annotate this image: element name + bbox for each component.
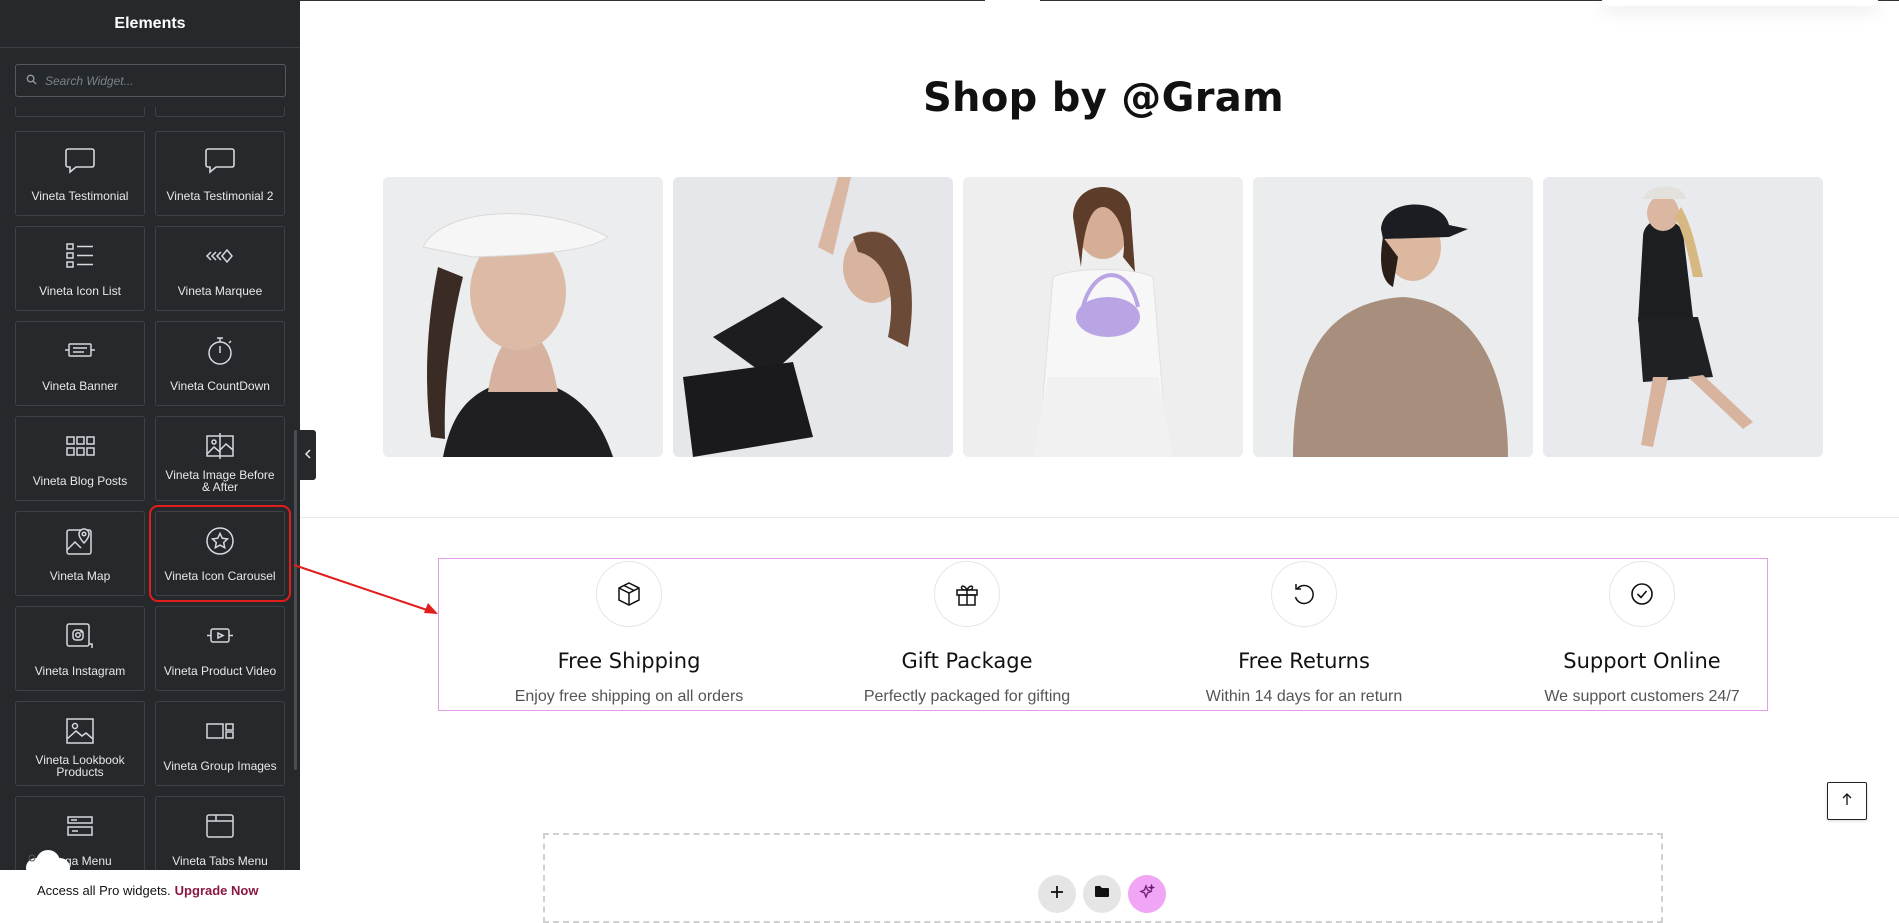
speech-bubble-icon xyxy=(156,144,284,178)
instagram-icon xyxy=(16,619,144,653)
widget-label: Vineta Testimonial 2 xyxy=(166,189,274,203)
sparkle-icon xyxy=(1139,882,1156,905)
image-icon xyxy=(16,714,144,748)
widget-label: Vineta Icon Carousel xyxy=(164,569,276,583)
group-images-icon xyxy=(156,714,284,748)
chevron-left-icon xyxy=(304,446,312,464)
widget-vineta-blog-posts[interactable]: Vineta Blog Posts xyxy=(15,416,145,501)
widget-label: Vineta CountDown xyxy=(170,379,270,393)
feature-support-online: Support Online We support customers 24/7 xyxy=(1492,559,1792,712)
feature-gift-package: Gift Package Perfectly packaged for gift… xyxy=(817,559,1117,712)
grid-posts-icon xyxy=(16,429,144,463)
panel-title: Elements xyxy=(114,14,186,32)
return-arrow-icon xyxy=(1271,561,1337,627)
widget-vineta-image-before-after[interactable]: Vineta Image Before & After xyxy=(155,416,285,501)
feature-title: Free Returns xyxy=(1238,649,1370,673)
widget-vineta-tabs-menu[interactable]: Vineta Tabs Menu xyxy=(155,796,285,870)
widget-label: Vineta Product Video xyxy=(163,664,277,678)
search-input[interactable] xyxy=(45,73,275,88)
feature-free-returns: Free Returns Within 14 days for an retur… xyxy=(1154,559,1454,712)
gram-image-5[interactable] xyxy=(1543,177,1823,457)
panel-header: Elements xyxy=(0,0,300,48)
folder-icon xyxy=(1094,885,1110,903)
widget-partial[interactable] xyxy=(155,107,285,117)
tabs-menu-icon xyxy=(156,809,284,843)
widget-label: Vineta Icon List xyxy=(39,284,121,298)
widget-list[interactable]: Vineta Testimonial Vineta Testimonial 2 … xyxy=(0,107,300,870)
feature-free-shipping: Free Shipping Enjoy free shipping on all… xyxy=(479,559,779,712)
pro-promo-bar: Access all Pro widgets. Upgrade Now xyxy=(0,870,300,911)
widget-label: Vineta Banner xyxy=(42,379,118,393)
star-circle-icon xyxy=(156,524,284,558)
add-section-button[interactable] xyxy=(1038,875,1076,913)
feature-description: We support customers 24/7 xyxy=(1544,688,1740,705)
stopwatch-icon xyxy=(156,334,284,368)
plus-icon xyxy=(1050,885,1064,904)
widget-vineta-instagram[interactable]: Vineta Instagram xyxy=(15,606,145,691)
widget-vineta-group-images[interactable]: Vineta Group Images xyxy=(155,701,285,786)
widget-label: Vineta Group Images xyxy=(163,759,277,773)
widget-vineta-countdown[interactable]: Vineta CountDown xyxy=(155,321,285,406)
gram-image-2[interactable] xyxy=(673,177,953,457)
map-pin-icon xyxy=(16,524,144,558)
widget-label: Vineta Tabs Menu xyxy=(172,854,268,868)
widget-search[interactable] xyxy=(15,64,286,97)
back-to-top-button[interactable] xyxy=(1827,782,1867,820)
widget-vineta-map[interactable]: Vineta Map xyxy=(15,511,145,596)
section-handle-gap xyxy=(985,0,1040,2)
promo-text: Access all Pro widgets. xyxy=(37,883,171,898)
widget-vineta-banner[interactable]: Vineta Banner xyxy=(15,321,145,406)
widget-vineta-icon-carousel[interactable]: Vineta Icon Carousel xyxy=(149,505,291,602)
widget-vineta-testimonial[interactable]: Vineta Testimonial xyxy=(15,131,145,216)
widget-label: Vineta Blog Posts xyxy=(32,474,128,488)
gram-image-3[interactable] xyxy=(963,177,1243,457)
widget-vineta-marquee[interactable]: Vineta Marquee xyxy=(155,226,285,311)
add-template-button[interactable] xyxy=(1083,875,1121,913)
check-circle-icon xyxy=(1609,561,1675,627)
mega-menu-icon xyxy=(16,809,144,843)
widget-label: Vineta Map xyxy=(49,569,111,583)
widget-vineta-icon-list[interactable]: Vineta Icon List xyxy=(15,226,145,311)
speech-bubble-icon xyxy=(16,144,144,178)
section-title: Shop by @Gram xyxy=(922,75,1285,121)
widget-label: Vineta Image Before & After xyxy=(165,468,275,494)
search-icon xyxy=(26,72,37,90)
icon-carousel-widget[interactable]: Free Shipping Enjoy free shipping on all… xyxy=(438,558,1768,711)
widget-label: Vineta Marquee xyxy=(177,284,263,298)
ai-generate-button[interactable] xyxy=(1128,875,1166,913)
widget-vineta-testimonial-2[interactable]: Vineta Testimonial 2 xyxy=(155,131,285,216)
gift-icon xyxy=(934,561,1000,627)
box-icon xyxy=(596,561,662,627)
banner-icon xyxy=(16,334,144,368)
widget-vineta-product-video[interactable]: Vineta Product Video xyxy=(155,606,285,691)
video-icon xyxy=(156,619,284,653)
gram-image-1[interactable] xyxy=(383,177,663,457)
marquee-icon xyxy=(156,239,284,273)
feature-description: Perfectly packaged for gifting xyxy=(863,688,1071,705)
elements-panel: Elements Vineta Testimonial Vineta Testi… xyxy=(0,0,300,911)
image-compare-icon xyxy=(156,429,284,463)
sidebar-scrollbar[interactable] xyxy=(294,430,297,770)
widget-vineta-lookbook-products[interactable]: Vineta Lookbook Products xyxy=(15,701,145,786)
section-divider xyxy=(300,517,1899,518)
upgrade-now-link[interactable]: Upgrade Now xyxy=(175,883,259,898)
widget-label: Vineta Lookbook Products xyxy=(35,753,125,779)
widget-label: Vineta Instagram xyxy=(34,664,126,678)
feature-description: Within 14 days for an return xyxy=(1205,688,1403,705)
dropdown-shadow xyxy=(1600,0,1880,6)
feature-description: Enjoy free shipping on all orders xyxy=(514,688,744,705)
widget-partial[interactable] xyxy=(15,107,145,117)
feature-title: Gift Package xyxy=(901,649,1033,673)
gram-image-4[interactable] xyxy=(1253,177,1533,457)
collapse-panel-button[interactable] xyxy=(300,430,316,480)
arrow-up-icon xyxy=(1841,792,1853,811)
feature-title: Support Online xyxy=(1563,649,1721,673)
icon-list-icon xyxy=(16,239,144,273)
widget-label: Vineta Testimonial xyxy=(31,189,129,203)
feature-title: Free Shipping xyxy=(557,649,701,673)
